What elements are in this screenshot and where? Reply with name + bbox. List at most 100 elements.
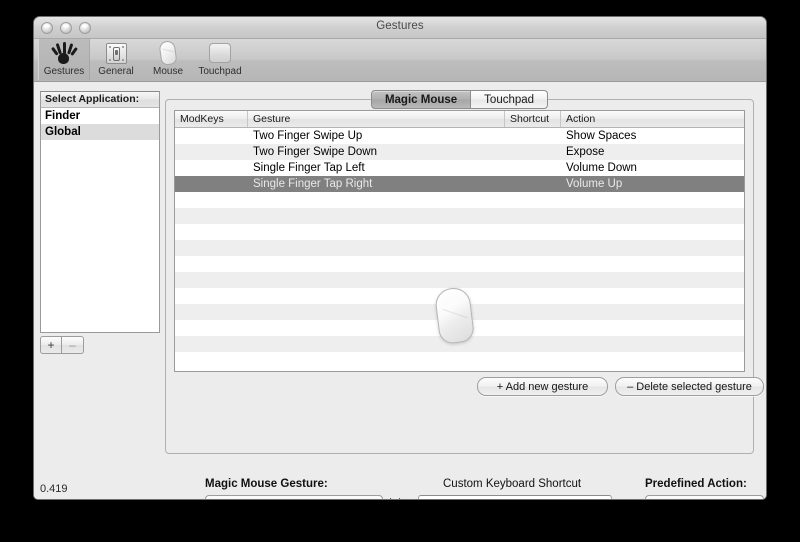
table-cell-action: Volume Up xyxy=(566,178,623,190)
table-cell-gesture xyxy=(248,256,505,272)
table-cell-shortcut xyxy=(505,128,561,144)
table-row[interactable] xyxy=(175,240,744,256)
table-cell-modkeys xyxy=(175,304,248,320)
table-cell-action xyxy=(561,240,744,256)
table-cell-modkeys xyxy=(175,336,248,352)
or-label: OR xyxy=(619,499,636,500)
table-row[interactable]: Two Finger Swipe Down Expose xyxy=(175,144,744,160)
mouse-icon xyxy=(158,40,178,66)
table-cell-shortcut xyxy=(505,336,561,352)
table-cell-action: Volume Down xyxy=(566,162,637,174)
table-cell-gesture xyxy=(248,272,505,288)
toolbar-item-label: General xyxy=(98,66,134,77)
toolbar-item-label: Touchpad xyxy=(198,66,242,77)
table-cell-action xyxy=(561,304,744,320)
table-cell-shortcut xyxy=(505,304,561,320)
remove-application-button[interactable]: – xyxy=(62,336,84,354)
add-application-button[interactable]: + xyxy=(40,336,62,354)
window-title: Gestures xyxy=(376,20,424,32)
table-cell-gesture: Single Finger Tap Right xyxy=(253,178,373,190)
table-cell-gesture xyxy=(248,240,505,256)
table-cell-shortcut xyxy=(505,352,561,368)
predefined-action-value: Volume Up xyxy=(676,500,732,501)
table-cell-gesture xyxy=(248,352,505,368)
sidebar-item-global[interactable]: Global xyxy=(41,124,159,140)
sidebar-item-finder[interactable]: Finder xyxy=(41,108,159,124)
shortcut-field-label: Custom Keyboard Shortcut xyxy=(443,478,582,490)
table-cell-gesture: Single Finger Tap Left xyxy=(253,162,365,174)
table-cell-modkeys xyxy=(175,144,248,160)
version-label: 0.419 xyxy=(40,483,68,495)
table-cell-modkeys xyxy=(175,240,248,256)
gestures-window: Gestures Gestures General Mouse Touchpad… xyxy=(33,16,767,500)
table-cell-shortcut xyxy=(505,160,561,176)
predefined-action-select[interactable]: Volume Up xyxy=(645,495,764,501)
chevron-updown-icon xyxy=(751,499,757,500)
add-new-gesture-button[interactable]: + Add new gesture xyxy=(477,377,608,396)
toolbar: Gestures General Mouse Touchpad xyxy=(34,39,766,82)
table-cell-modkeys xyxy=(175,256,248,272)
application-list-header: Select Application: xyxy=(41,92,159,108)
column-header-shortcut[interactable]: Shortcut xyxy=(505,111,561,127)
toolbar-item-touchpad[interactable]: Touchpad xyxy=(194,39,246,80)
table-cell-gesture xyxy=(248,208,505,224)
device-tabs: Magic Mouse Touchpad xyxy=(165,90,754,110)
table-row[interactable]: Single Finger Tap Right Volume Up xyxy=(175,176,744,192)
table-cell-action xyxy=(561,192,744,208)
table-cell-shortcut xyxy=(505,208,561,224)
content-area: Select Application: Finder Global + – 0.… xyxy=(34,82,766,501)
table-cell-modkeys xyxy=(175,160,248,176)
table-cell-shortcut xyxy=(505,240,561,256)
table-cell-action xyxy=(561,352,744,368)
gesture-select[interactable]: Single Finger Tap Right xyxy=(205,495,383,501)
application-list-buttons: + – xyxy=(40,336,84,354)
tab-touchpad[interactable]: Touchpad xyxy=(471,90,549,109)
column-header-gesture[interactable]: Gesture xyxy=(248,111,505,127)
gesture-select-value: Single Finger Tap Right xyxy=(234,500,353,501)
table-cell-gesture: Two Finger Swipe Down xyxy=(253,146,377,158)
table-row[interactable]: Single Finger Tap Left Volume Down xyxy=(175,160,744,176)
delete-selected-gesture-button[interactable]: – Delete selected gesture xyxy=(615,377,764,396)
table-row[interactable]: Two Finger Swipe Up Show Spaces xyxy=(175,128,744,144)
touchpad-icon xyxy=(209,41,231,65)
table-row[interactable] xyxy=(175,272,744,288)
toolbar-item-gestures[interactable]: Gestures xyxy=(38,39,90,80)
gesture-popup-label: Magic Mouse Gesture: xyxy=(205,478,328,490)
toolbar-item-general[interactable]: General xyxy=(90,39,142,80)
table-cell-modkeys xyxy=(175,208,248,224)
window-titlebar: Gestures xyxy=(34,17,766,39)
table-cell-gesture xyxy=(248,192,505,208)
table-row[interactable] xyxy=(175,192,744,208)
table-cell-action xyxy=(561,336,744,352)
table-cell-shortcut xyxy=(505,256,561,272)
table-cell-modkeys xyxy=(175,176,248,192)
table-row[interactable] xyxy=(175,224,744,240)
table-row[interactable] xyxy=(175,256,744,272)
table-cell-shortcut xyxy=(505,288,561,304)
table-cell-action xyxy=(561,208,744,224)
shortcut-input[interactable] xyxy=(418,495,612,499)
toolbar-item-mouse[interactable]: Mouse xyxy=(142,39,194,80)
table-cell-action xyxy=(561,224,744,240)
chevron-updown-icon xyxy=(370,499,376,500)
table-cell-action xyxy=(561,320,744,336)
application-list[interactable]: Select Application: Finder Global xyxy=(40,91,160,333)
toolbar-item-label: Gestures xyxy=(43,66,85,77)
table-cell-action xyxy=(561,288,744,304)
switch-plate-icon xyxy=(105,41,127,65)
table-cell-modkeys xyxy=(175,192,248,208)
gesture-table-header: ModKeys Gesture Shortcut Action xyxy=(175,111,744,128)
toolbar-item-label: Mouse xyxy=(152,66,183,77)
table-cell-shortcut xyxy=(505,176,561,192)
table-cell-gesture xyxy=(248,224,505,240)
column-header-modkeys[interactable]: ModKeys xyxy=(175,111,248,127)
table-row[interactable] xyxy=(175,208,744,224)
table-row[interactable] xyxy=(175,352,744,368)
tab-magic-mouse[interactable]: Magic Mouse xyxy=(370,90,472,109)
table-cell-shortcut xyxy=(505,192,561,208)
column-header-action[interactable]: Action xyxy=(561,111,744,127)
table-cell-modkeys xyxy=(175,288,248,304)
action-popup-label: Predefined Action: xyxy=(645,478,747,490)
table-cell-modkeys xyxy=(175,320,248,336)
table-cell-action xyxy=(561,256,744,272)
